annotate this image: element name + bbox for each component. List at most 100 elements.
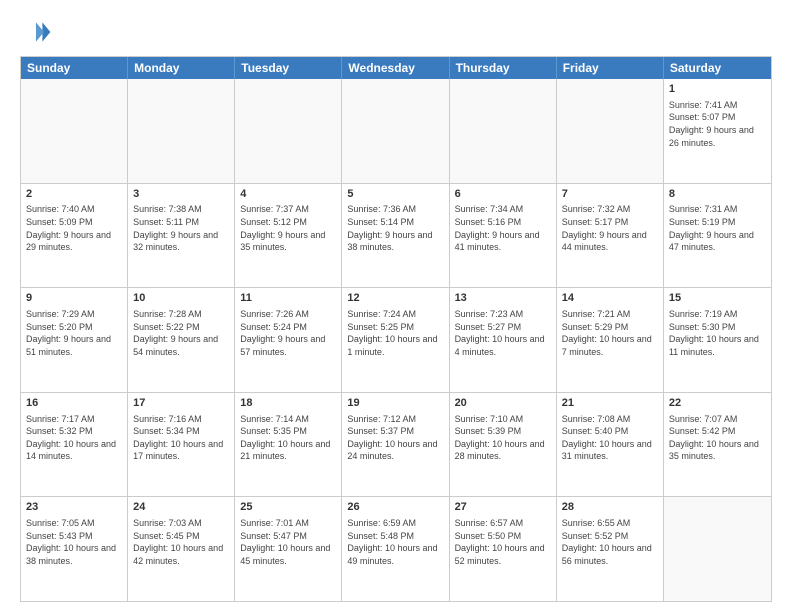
calendar-empty-cell (450, 79, 557, 183)
day-number: 2 (26, 187, 122, 202)
calendar-day-18: 18 Sunrise: 7:14 AM Sunset: 5:35 PM Dayli… (235, 393, 342, 497)
calendar-day-24: 24 Sunrise: 7:03 AM Sunset: 5:45 PM Dayli… (128, 497, 235, 601)
day-info: Sunrise: 7:01 AM Sunset: 5:47 PM Dayligh… (240, 517, 336, 567)
day-number: 26 (347, 500, 443, 515)
day-number: 7 (562, 187, 658, 202)
calendar-day-13: 13 Sunrise: 7:23 AM Sunset: 5:27 PM Dayli… (450, 288, 557, 392)
day-info: Sunrise: 7:28 AM Sunset: 5:22 PM Dayligh… (133, 308, 229, 358)
day-number: 16 (26, 396, 122, 411)
day-number: 23 (26, 500, 122, 515)
calendar-day-26: 26 Sunrise: 6:59 AM Sunset: 5:48 PM Dayli… (342, 497, 449, 601)
day-info: Sunrise: 7:32 AM Sunset: 5:17 PM Dayligh… (562, 203, 658, 253)
calendar-week-1: 1 Sunrise: 7:41 AM Sunset: 5:07 PM Daylig… (21, 79, 771, 183)
day-info: Sunrise: 7:07 AM Sunset: 5:42 PM Dayligh… (669, 413, 766, 463)
day-info: Sunrise: 7:41 AM Sunset: 5:07 PM Dayligh… (669, 99, 766, 149)
day-number: 14 (562, 291, 658, 306)
day-number: 28 (562, 500, 658, 515)
calendar-empty-cell (664, 497, 771, 601)
calendar-day-14: 14 Sunrise: 7:21 AM Sunset: 5:29 PM Dayli… (557, 288, 664, 392)
day-number: 20 (455, 396, 551, 411)
calendar-day-16: 16 Sunrise: 7:17 AM Sunset: 5:32 PM Dayli… (21, 393, 128, 497)
calendar-week-2: 2Sunrise: 7:40 AM Sunset: 5:09 PM Daylig… (21, 183, 771, 288)
calendar-day-9: 9 Sunrise: 7:29 AM Sunset: 5:20 PM Daylig… (21, 288, 128, 392)
day-info: Sunrise: 7:12 AM Sunset: 5:37 PM Dayligh… (347, 413, 443, 463)
day-number: 13 (455, 291, 551, 306)
day-info: Sunrise: 7:40 AM Sunset: 5:09 PM Dayligh… (26, 203, 122, 253)
header (20, 16, 772, 48)
day-number: 19 (347, 396, 443, 411)
calendar-day-23: 23 Sunrise: 7:05 AM Sunset: 5:43 PM Dayli… (21, 497, 128, 601)
day-info: Sunrise: 7:03 AM Sunset: 5:45 PM Dayligh… (133, 517, 229, 567)
day-number: 8 (669, 187, 766, 202)
weekday-header-saturday: Saturday (664, 57, 771, 79)
weekday-header-monday: Monday (128, 57, 235, 79)
calendar-day-7: 7Sunrise: 7:32 AM Sunset: 5:17 PM Daylig… (557, 184, 664, 288)
day-number: 9 (26, 291, 122, 306)
calendar-day-22: 22 Sunrise: 7:07 AM Sunset: 5:42 PM Dayli… (664, 393, 771, 497)
calendar-day-6: 6Sunrise: 7:34 AM Sunset: 5:16 PM Daylig… (450, 184, 557, 288)
calendar-day-8: 8Sunrise: 7:31 AM Sunset: 5:19 PM Daylig… (664, 184, 771, 288)
day-number: 6 (455, 187, 551, 202)
day-number: 18 (240, 396, 336, 411)
day-number: 22 (669, 396, 766, 411)
calendar-empty-cell (235, 79, 342, 183)
calendar-day-28: 28 Sunrise: 6:55 AM Sunset: 5:52 PM Dayli… (557, 497, 664, 601)
day-info: Sunrise: 7:34 AM Sunset: 5:16 PM Dayligh… (455, 203, 551, 253)
calendar-day-10: 10Sunrise: 7:28 AM Sunset: 5:22 PM Dayli… (128, 288, 235, 392)
day-info: Sunrise: 6:57 AM Sunset: 5:50 PM Dayligh… (455, 517, 551, 567)
day-number: 11 (240, 291, 336, 306)
day-number: 4 (240, 187, 336, 202)
day-info: Sunrise: 7:24 AM Sunset: 5:25 PM Dayligh… (347, 308, 443, 358)
weekday-header-thursday: Thursday (450, 57, 557, 79)
day-number: 3 (133, 187, 229, 202)
day-info: Sunrise: 7:05 AM Sunset: 5:43 PM Dayligh… (26, 517, 122, 567)
calendar-week-3: 9 Sunrise: 7:29 AM Sunset: 5:20 PM Daylig… (21, 287, 771, 392)
day-info: Sunrise: 7:14 AM Sunset: 5:35 PM Dayligh… (240, 413, 336, 463)
calendar: SundayMondayTuesdayWednesdayThursdayFrid… (20, 56, 772, 602)
calendar-day-2: 2Sunrise: 7:40 AM Sunset: 5:09 PM Daylig… (21, 184, 128, 288)
weekday-header-sunday: Sunday (21, 57, 128, 79)
day-info: Sunrise: 7:38 AM Sunset: 5:11 PM Dayligh… (133, 203, 229, 253)
day-number: 12 (347, 291, 443, 306)
day-info: Sunrise: 7:16 AM Sunset: 5:34 PM Dayligh… (133, 413, 229, 463)
day-number: 15 (669, 291, 766, 306)
calendar-header: SundayMondayTuesdayWednesdayThursdayFrid… (21, 57, 771, 79)
calendar-week-5: 23 Sunrise: 7:05 AM Sunset: 5:43 PM Dayli… (21, 496, 771, 601)
day-number: 21 (562, 396, 658, 411)
calendar-day-15: 15 Sunrise: 7:19 AM Sunset: 5:30 PM Dayli… (664, 288, 771, 392)
calendar-day-21: 21 Sunrise: 7:08 AM Sunset: 5:40 PM Dayli… (557, 393, 664, 497)
day-info: Sunrise: 7:21 AM Sunset: 5:29 PM Dayligh… (562, 308, 658, 358)
day-info: Sunrise: 6:59 AM Sunset: 5:48 PM Dayligh… (347, 517, 443, 567)
day-number: 24 (133, 500, 229, 515)
weekday-header-friday: Friday (557, 57, 664, 79)
day-number: 5 (347, 187, 443, 202)
day-info: Sunrise: 7:19 AM Sunset: 5:30 PM Dayligh… (669, 308, 766, 358)
day-info: Sunrise: 7:26 AM Sunset: 5:24 PM Dayligh… (240, 308, 336, 358)
day-number: 17 (133, 396, 229, 411)
day-info: Sunrise: 6:55 AM Sunset: 5:52 PM Dayligh… (562, 517, 658, 567)
day-info: Sunrise: 7:29 AM Sunset: 5:20 PM Dayligh… (26, 308, 122, 358)
calendar-day-17: 17 Sunrise: 7:16 AM Sunset: 5:34 PM Dayli… (128, 393, 235, 497)
day-info: Sunrise: 7:10 AM Sunset: 5:39 PM Dayligh… (455, 413, 551, 463)
day-number: 1 (669, 82, 766, 97)
day-number: 25 (240, 500, 336, 515)
calendar-empty-cell (21, 79, 128, 183)
day-info: Sunrise: 7:36 AM Sunset: 5:14 PM Dayligh… (347, 203, 443, 253)
day-info: Sunrise: 7:31 AM Sunset: 5:19 PM Dayligh… (669, 203, 766, 253)
calendar-day-20: 20 Sunrise: 7:10 AM Sunset: 5:39 PM Dayli… (450, 393, 557, 497)
day-info: Sunrise: 7:17 AM Sunset: 5:32 PM Dayligh… (26, 413, 122, 463)
calendar-day-3: 3Sunrise: 7:38 AM Sunset: 5:11 PM Daylig… (128, 184, 235, 288)
day-info: Sunrise: 7:37 AM Sunset: 5:12 PM Dayligh… (240, 203, 336, 253)
day-info: Sunrise: 7:23 AM Sunset: 5:27 PM Dayligh… (455, 308, 551, 358)
calendar-empty-cell (557, 79, 664, 183)
page: SundayMondayTuesdayWednesdayThursdayFrid… (0, 0, 792, 612)
calendar-empty-cell (342, 79, 449, 183)
calendar-day-5: 5Sunrise: 7:36 AM Sunset: 5:14 PM Daylig… (342, 184, 449, 288)
day-number: 27 (455, 500, 551, 515)
calendar-day-1: 1 Sunrise: 7:41 AM Sunset: 5:07 PM Daylig… (664, 79, 771, 183)
logo (20, 16, 56, 48)
calendar-day-25: 25 Sunrise: 7:01 AM Sunset: 5:47 PM Dayli… (235, 497, 342, 601)
calendar-body: 1 Sunrise: 7:41 AM Sunset: 5:07 PM Daylig… (21, 79, 771, 601)
day-info: Sunrise: 7:08 AM Sunset: 5:40 PM Dayligh… (562, 413, 658, 463)
logo-icon (20, 16, 52, 48)
